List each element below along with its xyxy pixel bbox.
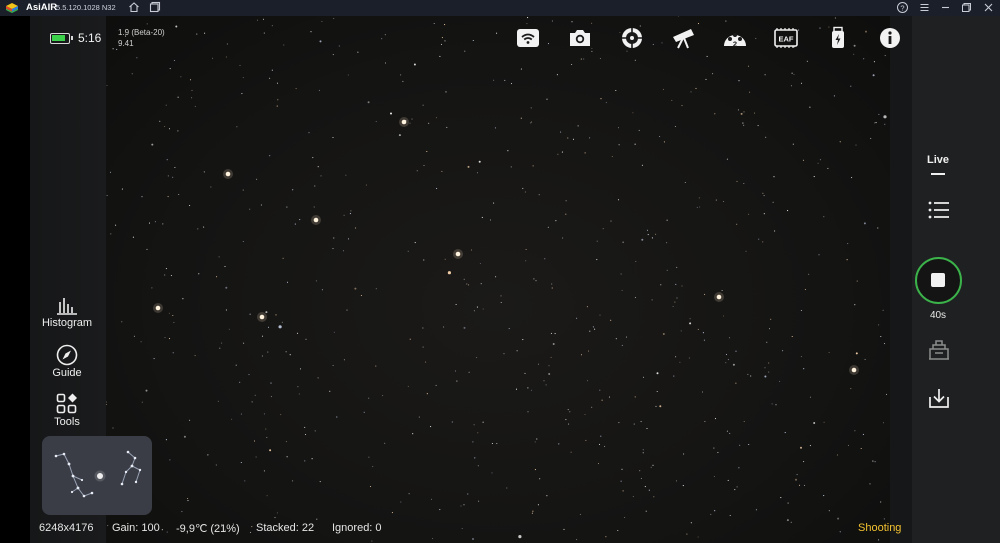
mode-indicator	[931, 173, 945, 175]
tools-label: Tools	[54, 416, 80, 428]
eaf-icon[interactable]: EAF	[773, 26, 799, 50]
stop-capture-button[interactable]	[915, 257, 962, 304]
image-resolution: 6248x4176	[39, 522, 94, 534]
sky-map-thumbnail[interactable]	[42, 436, 152, 515]
constellation-map	[54, 450, 142, 498]
guide-scope-icon[interactable]	[619, 26, 645, 50]
home-icon[interactable]	[128, 1, 140, 13]
firmware-subversion: 9.41	[118, 39, 134, 48]
window-title: AsiAIR	[26, 2, 58, 13]
main-view	[30, 16, 912, 543]
close-icon[interactable]	[982, 1, 995, 14]
filter-wheel-icon[interactable]: 2	[722, 26, 748, 50]
tools-icon	[56, 393, 77, 414]
app-logo-icon	[6, 3, 18, 13]
stop-icon	[931, 273, 945, 287]
guide-icon	[56, 344, 78, 366]
battery-icon	[50, 33, 73, 44]
gain-value: Gain: 100	[112, 522, 160, 534]
stacked-count: Stacked: 22	[256, 522, 315, 534]
guide-label: Guide	[52, 367, 82, 379]
firmware-version: 1.9 (Beta-20)	[118, 28, 165, 37]
eaf-label: EAF	[779, 35, 794, 44]
camera-icon[interactable]	[567, 26, 593, 50]
sensor-temperature: -9,9℃ (21%)	[176, 523, 240, 535]
histogram-button[interactable]: Histogram	[32, 296, 102, 329]
telescope-icon[interactable]	[670, 26, 696, 50]
restore-icon[interactable]	[960, 1, 973, 14]
histogram-label: Histogram	[41, 317, 93, 329]
star-field	[106, 16, 888, 542]
list-icon[interactable]	[926, 198, 952, 222]
tools-button[interactable]: Tools	[32, 393, 102, 428]
shooting-status: Shooting	[858, 522, 902, 534]
window-title-bar: AsiAIR 5.5.120.1028 N32 ?	[0, 0, 1000, 16]
right-edge	[890, 16, 912, 543]
usb-power-icon[interactable]	[825, 26, 851, 50]
ignored-count: Ignored: 0	[332, 522, 382, 534]
histogram-icon	[57, 298, 77, 315]
info-icon[interactable]	[877, 26, 903, 50]
download-icon[interactable]	[926, 386, 952, 410]
window-version: 5.5.120.1028 N32	[56, 3, 116, 12]
menu-icon[interactable]	[918, 1, 931, 14]
svg-text:?: ?	[900, 3, 904, 12]
mode-label[interactable]: Live	[912, 154, 964, 166]
exposure-time[interactable]: 40s	[912, 310, 964, 321]
wifi-icon[interactable]	[515, 26, 541, 50]
minimize-icon[interactable]	[939, 1, 952, 14]
help-icon[interactable]: ?	[896, 1, 909, 14]
filter-wheel-number: 2	[733, 40, 737, 49]
stack-settings-icon[interactable]	[926, 337, 952, 361]
multi-instance-icon[interactable]	[149, 1, 161, 13]
clock: 5:16	[78, 31, 102, 45]
live-preview-image[interactable]	[106, 16, 890, 543]
guide-button[interactable]: Guide	[32, 344, 102, 379]
